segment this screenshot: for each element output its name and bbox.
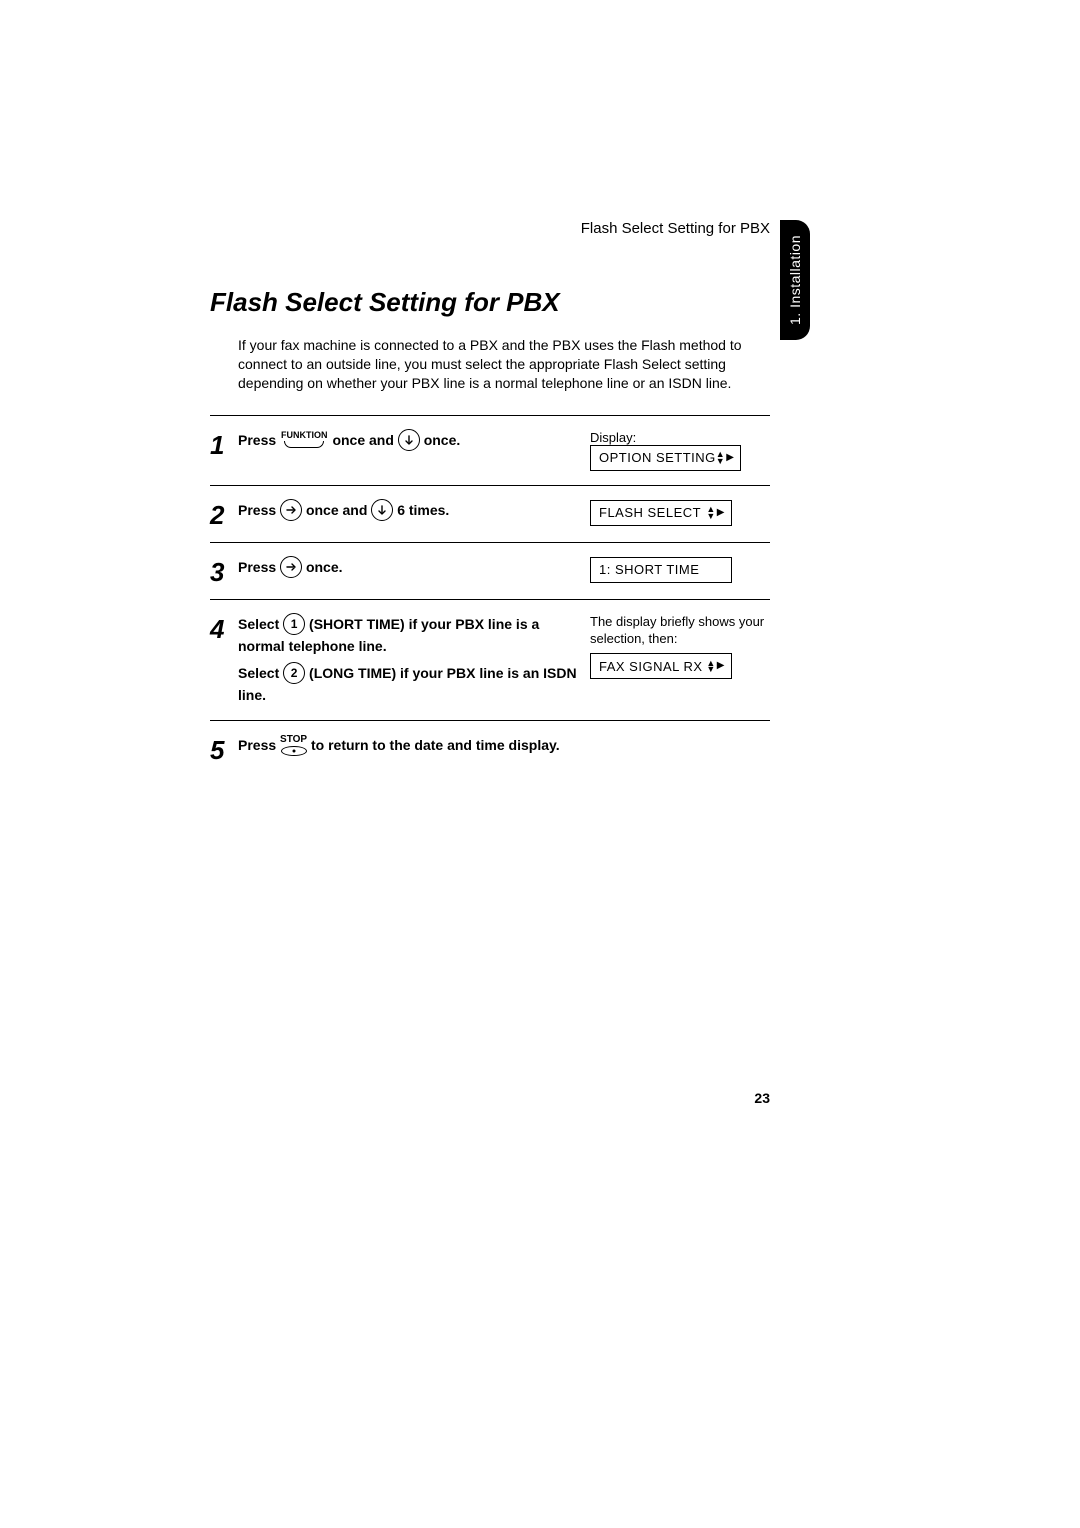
- lcd-display: 1: SHORT TIME: [590, 557, 732, 583]
- step-number: 1: [210, 430, 238, 458]
- lcd-display: FAX SIGNAL RX ▲▼▶: [590, 653, 732, 679]
- text: Press: [238, 432, 280, 448]
- page-title: Flash Select Setting for PBX: [210, 287, 770, 318]
- step-1: 1 Press FUNKTION once and once. Display:…: [210, 416, 770, 485]
- side-tab-label: 1. Installation: [787, 235, 803, 325]
- intro-paragraph: If your fax machine is connected to a PB…: [238, 336, 770, 393]
- stop-key-icon: STOP: [280, 735, 307, 756]
- step-display: 1: SHORT TIME: [590, 557, 770, 583]
- lcd-text: OPTION SETTING: [599, 450, 716, 465]
- nav-arrows-icon: ▲▼▶: [706, 660, 725, 673]
- display-note: The display briefly shows your selection…: [590, 614, 770, 648]
- lcd-text: FAX SIGNAL RX: [599, 659, 703, 674]
- down-arrow-key-icon: [398, 429, 420, 451]
- step-display: The display briefly shows your selection…: [590, 614, 770, 680]
- text: Select: [238, 616, 283, 632]
- funktion-key-label: FUNKTION: [281, 430, 328, 440]
- text: 6 times.: [397, 502, 449, 518]
- text: once and: [332, 432, 397, 448]
- digit-2-key-icon: 2: [283, 662, 305, 684]
- step-number: 4: [210, 614, 238, 642]
- step-instruction: Press FUNKTION once and once.: [238, 430, 590, 452]
- step-instruction: Press once.: [238, 557, 590, 579]
- text: Press: [238, 737, 280, 753]
- text: once and: [306, 502, 371, 518]
- display-label: Display:: [590, 430, 636, 445]
- step-instruction: Select 1 (SHORT TIME) if your PBX line i…: [238, 614, 590, 707]
- down-arrow-key-icon: [371, 499, 393, 521]
- lcd-display: FLASH SELECT ▲▼▶: [590, 500, 732, 526]
- lcd-display: OPTION SETTING ▲▼▶: [590, 445, 741, 471]
- step-number: 5: [210, 735, 238, 763]
- nav-arrows-icon: ▲▼▶: [716, 451, 735, 464]
- step-number: 3: [210, 557, 238, 585]
- step-2: 2 Press once and 6 times. FLASH SELECT ▲…: [210, 486, 770, 542]
- running-head: Flash Select Setting for PBX: [210, 220, 770, 237]
- digit-label: 1: [291, 618, 298, 630]
- text: Press: [238, 559, 280, 575]
- text: Press: [238, 502, 280, 518]
- digit-label: 2: [291, 667, 298, 679]
- step-5: 5 Press STOP to return to the date and t…: [210, 721, 770, 777]
- nav-arrows-icon: ▲▼▶: [706, 506, 725, 519]
- step-4: 4 Select 1 (SHORT TIME) if your PBX line…: [210, 600, 770, 721]
- step-display: Display: OPTION SETTING ▲▼▶: [590, 430, 770, 471]
- text: to return to the date and time display.: [311, 737, 560, 753]
- page-content: Flash Select Setting for PBX Flash Selec…: [210, 220, 770, 777]
- step-3: 3 Press once. 1: SHORT TIME: [210, 543, 770, 599]
- text: once.: [306, 559, 343, 575]
- step-number: 2: [210, 500, 238, 528]
- step-display: FLASH SELECT ▲▼▶: [590, 500, 770, 526]
- digit-1-key-icon: 1: [283, 613, 305, 635]
- stop-key-label: STOP: [280, 734, 307, 745]
- page-number: 23: [210, 1090, 770, 1106]
- text: Select: [238, 665, 283, 681]
- step-instruction: Press STOP to return to the date and tim…: [238, 735, 770, 757]
- side-tab-installation: 1. Installation: [780, 220, 810, 340]
- lcd-text: FLASH SELECT: [599, 505, 701, 520]
- funktion-key-icon: FUNKTION: [280, 431, 329, 448]
- right-arrow-key-icon: [280, 499, 302, 521]
- text: once.: [424, 432, 461, 448]
- step-instruction: Press once and 6 times.: [238, 500, 590, 522]
- lcd-text: 1: SHORT TIME: [599, 562, 699, 577]
- right-arrow-key-icon: [280, 556, 302, 578]
